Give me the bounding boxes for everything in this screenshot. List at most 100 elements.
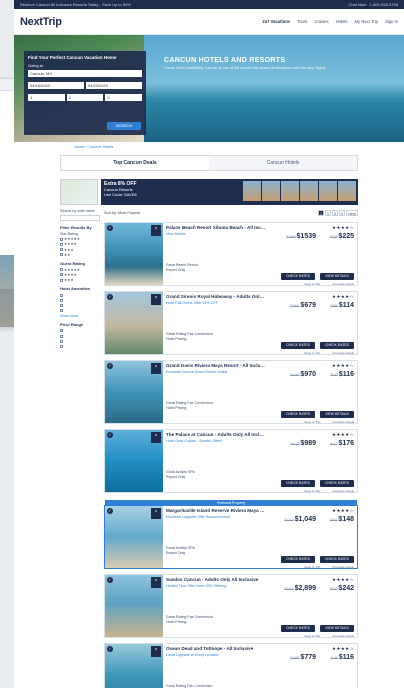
tab-cancun-hotels[interactable]: Cancun Hotels (209, 156, 357, 170)
top-announcement-bar: Reserve Cancun All Inclusive Resorts Tod… (14, 0, 404, 9)
compare-link[interactable]: Compare Hotels (332, 634, 354, 638)
hotel-name-input[interactable] (60, 215, 100, 221)
page-1[interactable]: 1 (318, 210, 324, 216)
check-rates-button[interactable]: CHECK RATES (281, 411, 315, 418)
tab-top-deals[interactable]: Top Cancun Deals (61, 156, 209, 170)
hotel-name[interactable]: Palace Beach Resort Xihuna Beach - All I… (166, 225, 266, 230)
check-rates-button[interactable]: CHECK RATES (281, 625, 315, 632)
save-to-trip-link[interactable]: Save to Trip (304, 565, 320, 569)
page-4[interactable]: 4 (339, 210, 345, 216)
hotel-photo[interactable]: ✓ ★ (105, 361, 163, 423)
page-2[interactable]: 2 (325, 210, 331, 216)
save-to-trip-link[interactable]: Save to Trip (304, 282, 320, 286)
save-to-trip-link[interactable]: Save to Trip (304, 489, 320, 493)
hotel-meta: Good Activity SPA Report Only (166, 546, 195, 555)
check-icon: ✓ (107, 432, 113, 438)
hotel-card[interactable]: ✓ ★ Sandos Cancun - Adults Only All Incl… (104, 574, 358, 638)
save-to-trip-link[interactable]: Save to Trip (304, 351, 320, 355)
show-more-link[interactable]: Show More (60, 314, 100, 318)
compare-link[interactable]: Compare Hotels (332, 565, 354, 569)
nav-my-trip[interactable]: My Next Trip (354, 19, 378, 24)
old-price-night: $250 (330, 304, 338, 308)
promo-banner[interactable]: Extra 8% OFF Cancun Resorts Use Code: SA… (101, 179, 358, 205)
nav-cruises[interactable]: Cruises (314, 19, 328, 24)
price-columns: $1145$989 $212$176 (284, 440, 354, 447)
hotel-name[interactable]: Ocean Dead and Tottoope - All Inclusive (166, 646, 266, 651)
sort-select[interactable]: Sort by: Most Popular (104, 211, 141, 215)
hotel-card[interactable]: ✓ ★ The Palace at Cancun - Adults Only A… (104, 429, 358, 493)
deal-badge: ★ (151, 646, 161, 657)
deal-tabs: Top Cancun Deals Cancun Hotels (60, 155, 358, 171)
old-price-night: $130 (330, 656, 338, 660)
children-select[interactable]: 0 (105, 94, 143, 101)
promo-thumbnails (243, 181, 356, 201)
checkout-input[interactable]: 04/23/2023 (86, 82, 142, 89)
nightly-price: $289$225 (322, 233, 354, 240)
destination-input[interactable]: Cancun, MX (28, 70, 142, 77)
card-footer: Save to Trip Compare Hotels (304, 565, 354, 569)
compare-link[interactable]: Compare Hotels (332, 351, 354, 355)
check-rates-button[interactable]: CHECK RATES (281, 273, 315, 280)
nexttrip-logo[interactable]: NextTrip (20, 16, 62, 28)
breadcrumb[interactable]: Home > Cancun Hotels (14, 142, 404, 149)
results-list: Sort by: Most Popular 1 2 3 4 Next ✓ ★ P… (104, 209, 358, 688)
hotel-name[interactable]: The Palace at Cancun - Adults Only All I… (166, 432, 266, 437)
hotel-stars: ★★★★☆ (331, 577, 354, 582)
rooms-select[interactable]: 1 (28, 94, 65, 101)
check-rates-button[interactable]: CHECK RATES (281, 480, 315, 487)
old-price: $1094 (290, 656, 300, 660)
compare-link[interactable]: Compare Hotels (332, 489, 354, 493)
page-3[interactable]: 3 (332, 210, 338, 216)
view-details-button[interactable]: CHECK RATES (320, 480, 354, 487)
save-to-trip-link[interactable]: Save to Trip (304, 634, 320, 638)
hotel-card[interactable]: ✓ ★ Palace Beach Resort Xihuna Beach - A… (104, 222, 358, 286)
view-details-button[interactable]: VIEW DETAILS (320, 273, 354, 280)
map-thumbnail[interactable] (60, 179, 98, 205)
announcement-text[interactable]: Reserve Cancun All Inclusive Resorts Tod… (20, 2, 131, 7)
hotel-card[interactable]: ✓ ★ Grand Sirenis Royal Hideaway - Adult… (104, 291, 358, 355)
check-rates-button[interactable]: CHECK RATES (281, 342, 315, 349)
hotel-photo[interactable]: ✓ ★ (105, 223, 163, 285)
contact-text[interactable]: Chat Now · 1-800-998-5758 (348, 2, 398, 7)
hotel-name[interactable]: Grand Oasis Riviera Maya Resort - All In… (166, 363, 266, 368)
hotel-name[interactable]: Sandos Cancun - Adults Only All Inclusiv… (166, 577, 266, 582)
hotel-stars: ★★★★☆ (331, 363, 354, 368)
hotel-name[interactable]: Grand Sirenis Royal Hideaway - Adults On… (166, 294, 266, 299)
hotel-name[interactable]: Margaritaville Island Reserve Riviera Ma… (166, 508, 266, 513)
nav-vacations[interactable]: 247 Vacations (262, 19, 290, 24)
nightly-price: $270$242 (322, 585, 354, 592)
page-next[interactable]: Next (346, 210, 358, 216)
hotel-info: The Palace at Cancun - Adults Only All I… (163, 430, 357, 493)
compare-link[interactable]: Compare Hotels (332, 420, 354, 424)
adults-select[interactable]: 2 (66, 94, 104, 101)
hotel-photo[interactable]: ✓ ★ (105, 575, 163, 637)
save-to-trip-link[interactable]: Save to Trip (304, 420, 320, 424)
view-details-button[interactable]: CHECK RATES (320, 342, 354, 349)
old-price: $1145 (290, 442, 300, 446)
hotel-card[interactable]: ✓ ★ Ocean Dead and Tottoope - All Inclus… (104, 643, 358, 688)
hotel-photo[interactable]: ✓ ★ (105, 506, 163, 568)
nav-sign-in[interactable]: Sign In (385, 19, 398, 24)
search-widget: Find Your Perfect Cancun Vacation Home G… (24, 51, 146, 135)
nav-hotels[interactable]: Hotels (336, 19, 348, 24)
hotel-card[interactable]: Featured Property ✓ ★ Margaritaville Isl… (104, 500, 358, 569)
price: $2,899 (294, 585, 316, 592)
deal-badge: ★ (151, 363, 161, 374)
view-details-button[interactable]: VIEW DETAILS (320, 411, 354, 418)
nav-tours[interactable]: Tours (297, 19, 307, 24)
hotel-info: Ocean Dead and Tottoope - All Inclusive … (163, 644, 357, 688)
view-details-button[interactable]: CHECK RATES (320, 556, 354, 563)
checkin-input[interactable]: 04/16/2023 (28, 82, 84, 89)
hotel-info: Margaritaville Island Reserve Riviera Ma… (163, 506, 357, 569)
price: $970 (300, 371, 316, 378)
view-details-button[interactable]: VIEW DETAILS (320, 625, 354, 632)
compare-link[interactable]: Compare Hotels (332, 282, 354, 286)
card-buttons: CHECK RATES VIEW DETAILS (281, 625, 354, 632)
check-rates-button[interactable]: CHECK RATES (281, 556, 315, 563)
search-button[interactable]: SEARCH (107, 122, 141, 130)
hotel-card[interactable]: ✓ ★ Grand Oasis Riviera Maya Resort - Al… (104, 360, 358, 424)
hotel-photo[interactable]: ✓ ★ (105, 292, 163, 354)
hotel-photo[interactable]: ✓ ★ (105, 430, 163, 492)
hotel-photo[interactable]: ✓ ★ (105, 644, 163, 688)
hotel-info: Grand Oasis Riviera Maya Resort - All In… (163, 361, 357, 424)
